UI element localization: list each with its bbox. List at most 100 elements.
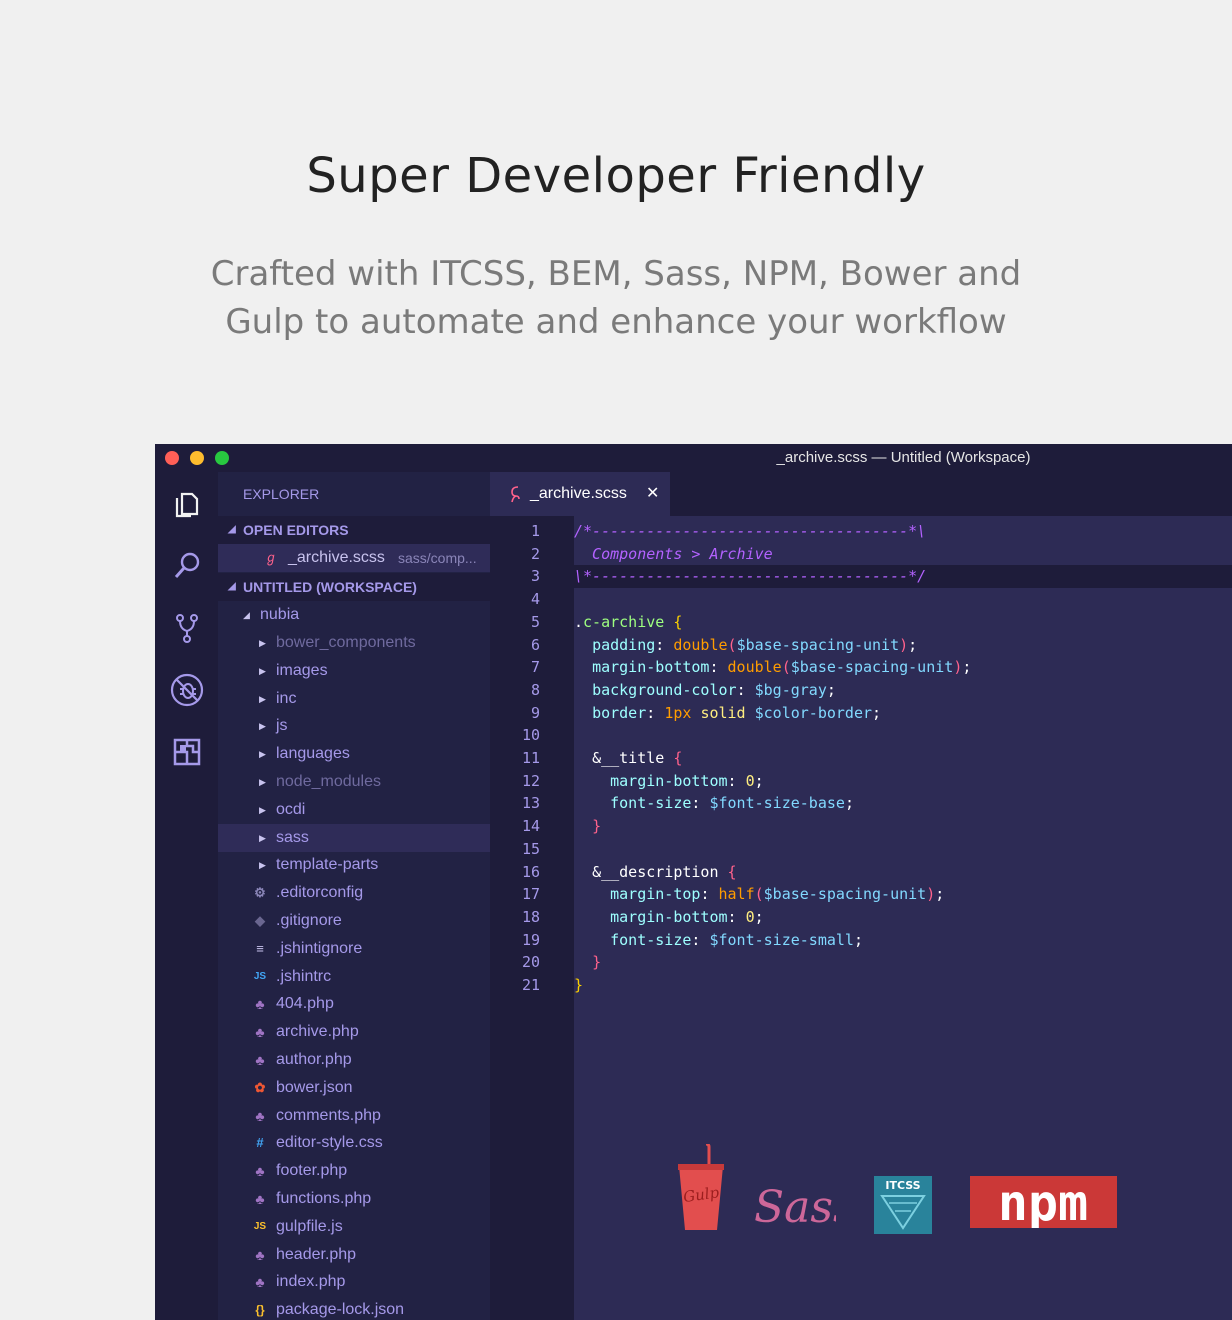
window-title: _archive.scss — Untitled (Workspace) bbox=[776, 449, 1031, 466]
line-number: 14 bbox=[521, 817, 540, 836]
line-text: font-size: $font-size-base; bbox=[610, 794, 854, 813]
code-line[interactable]: 16 &__description { bbox=[490, 861, 1232, 884]
code-line[interactable]: 7 margin-bottom: double($base-spacing-un… bbox=[490, 656, 1232, 679]
line-number: 17 bbox=[521, 885, 540, 904]
folder-item[interactable]: ▶ images bbox=[218, 657, 490, 685]
file-item[interactable]: # editor-style.css bbox=[218, 1129, 490, 1157]
code-line[interactable]: 12 margin-bottom: 0; bbox=[490, 770, 1232, 793]
svg-text:npm: npm bbox=[998, 1176, 1088, 1228]
file-item[interactable]: {} package-lock.json bbox=[218, 1296, 490, 1320]
folder-item[interactable]: ▶ ocdi bbox=[218, 796, 490, 824]
folder-root[interactable]: ◢ nubia bbox=[218, 601, 490, 629]
collapsed-arrow-icon: ▶ bbox=[259, 665, 266, 676]
folder-item[interactable]: ▶ sass bbox=[218, 823, 490, 852]
file-item[interactable]: JS gulpfile.js bbox=[218, 1213, 490, 1241]
code-line[interactable]: 9 border: 1px solid $color-border; bbox=[490, 702, 1232, 725]
subtitle-line-1: Crafted with ITCSS, BEM, Sass, NPM, Bowe… bbox=[210, 254, 1022, 294]
activity-bar bbox=[155, 472, 218, 1320]
code-line[interactable]: 1 /*-----------------------------------*\ bbox=[490, 520, 1232, 543]
collapse-triangle-icon: ◢ bbox=[228, 581, 236, 592]
file-item[interactable]: ♣ 404.php bbox=[218, 990, 490, 1018]
line-text: } bbox=[574, 976, 584, 994]
extensions-icon[interactable] bbox=[169, 734, 205, 770]
folder-item[interactable]: ▶ js bbox=[218, 712, 490, 740]
line-number: 3 bbox=[530, 567, 540, 586]
code-line[interactable]: 17 margin-top: half($base-spacing-unit); bbox=[490, 883, 1232, 906]
code-line[interactable]: 19 font-size: $font-size-small; bbox=[490, 929, 1232, 952]
code-line[interactable]: 15 bbox=[490, 838, 1232, 861]
line-text: &__description { bbox=[592, 862, 737, 881]
file-item[interactable]: ♣ functions.php bbox=[218, 1185, 490, 1213]
folder-item[interactable]: ▶ languages bbox=[218, 740, 490, 768]
debug-icon[interactable] bbox=[169, 672, 205, 708]
code-line[interactable]: 2 Components > Archive bbox=[490, 543, 1232, 566]
page-title: Super Developer Friendly bbox=[306, 148, 926, 204]
collapsed-arrow-icon: ▶ bbox=[259, 777, 266, 787]
close-tab-icon[interactable]: ✕ bbox=[646, 483, 659, 502]
file-item[interactable]: ♣ header.php bbox=[218, 1241, 490, 1269]
files-icon[interactable] bbox=[169, 486, 205, 522]
collapsed-arrow-icon: ▶ bbox=[259, 749, 266, 760]
line-text: } bbox=[592, 953, 602, 972]
source-control-icon[interactable] bbox=[169, 610, 205, 646]
open-editor-item[interactable]: ℊ _archive.scss sass/comp... bbox=[218, 544, 490, 572]
maximize-window-button[interactable] bbox=[215, 451, 229, 465]
file-item[interactable]: ≡ .jshintignore bbox=[218, 935, 490, 963]
close-window-button[interactable] bbox=[165, 451, 179, 465]
code-line[interactable]: 4 bbox=[490, 588, 1232, 611]
lines-icon: ≡ bbox=[256, 940, 264, 956]
tab-archive-scss[interactable]: _archive.scss ✕ bbox=[490, 472, 670, 516]
code-line[interactable]: 5 .c-archive { bbox=[490, 611, 1232, 634]
php-icon: ♣ bbox=[255, 1024, 265, 1041]
folder-item[interactable]: ▶ node_modules bbox=[218, 768, 490, 796]
line-text: border: 1px solid $color-border; bbox=[592, 703, 882, 722]
line-number: 7 bbox=[530, 658, 540, 677]
code-line[interactable]: 20 } bbox=[490, 951, 1232, 974]
code-line[interactable]: 21} bbox=[490, 974, 1232, 997]
svg-text:ITCSS: ITCSS bbox=[885, 1179, 920, 1192]
php-icon: ♣ bbox=[255, 1274, 265, 1291]
line-number: 20 bbox=[521, 953, 540, 972]
line-text: padding: double($base-spacing-unit); bbox=[592, 635, 918, 654]
code-line[interactable]: 8 background-color: $bg-gray; bbox=[490, 679, 1232, 702]
json-icon: {} bbox=[255, 1303, 265, 1318]
code-line[interactable]: 10 bbox=[490, 724, 1232, 747]
code-line[interactable]: 11 &__title { bbox=[490, 747, 1232, 770]
folder-item[interactable]: ▶ inc bbox=[218, 685, 490, 713]
subtitle-line-2: Gulp to automate and enhance your workfl… bbox=[225, 302, 1007, 342]
folder-item[interactable]: ▶ template-parts bbox=[218, 851, 490, 879]
workspace-header[interactable]: ◢ UNTITLED (WORKSPACE) bbox=[218, 573, 490, 601]
search-icon[interactable] bbox=[169, 548, 205, 584]
folder-item[interactable]: ▶ bower_components bbox=[218, 629, 490, 657]
open-editors-header[interactable]: ◢ OPEN EDITORS bbox=[218, 516, 490, 544]
file-item[interactable]: JS .jshintrc bbox=[218, 963, 490, 991]
tab-bar: _archive.scss ✕ bbox=[490, 472, 1232, 516]
php-icon: ♣ bbox=[255, 1163, 265, 1180]
file-item[interactable]: ⚙ .editorconfig bbox=[218, 879, 490, 907]
code-line[interactable]: 13 font-size: $font-size-base; bbox=[490, 792, 1232, 815]
file-item[interactable]: ♣ author.php bbox=[218, 1046, 490, 1074]
file-item[interactable]: ◆ .gitignore bbox=[218, 907, 490, 935]
line-text: .c-archive { bbox=[574, 612, 683, 631]
php-icon: ♣ bbox=[255, 996, 265, 1013]
line-text: /*-----------------------------------*\ bbox=[574, 522, 927, 540]
code-line[interactable]: 3 \*-----------------------------------*/ bbox=[490, 565, 1232, 589]
file-item[interactable]: ♣ footer.php bbox=[218, 1157, 490, 1185]
file-item[interactable]: ♣ index.php bbox=[218, 1268, 490, 1296]
line-text: font-size: $font-size-small; bbox=[610, 930, 863, 949]
code-line[interactable]: 18 margin-bottom: 0; bbox=[490, 906, 1232, 929]
code-line[interactable]: 14 } bbox=[490, 815, 1232, 838]
line-number: 18 bbox=[521, 907, 540, 926]
code-editor: _archive.scss ✕ 1 /*---------------------… bbox=[490, 472, 1232, 1320]
js-icon: JS bbox=[253, 1220, 267, 1232]
code-line[interactable]: 6 padding: double($base-spacing-unit); bbox=[490, 634, 1232, 657]
explorer-sidebar: EXPLORER ◢ OPEN EDITORS ℊ _archive.scss … bbox=[218, 472, 490, 1320]
file-item[interactable]: ♣ archive.php bbox=[218, 1018, 490, 1046]
php-icon: ♣ bbox=[255, 1052, 265, 1068]
line-text: &__title { bbox=[592, 749, 683, 767]
file-item[interactable]: ✿ bower.json bbox=[218, 1074, 490, 1102]
minimize-window-button[interactable] bbox=[190, 451, 204, 465]
file-item[interactable]: ♣ comments.php bbox=[218, 1102, 490, 1130]
line-text: Components > Archive bbox=[574, 544, 773, 563]
sass-icon: ℊ bbox=[264, 550, 278, 565]
